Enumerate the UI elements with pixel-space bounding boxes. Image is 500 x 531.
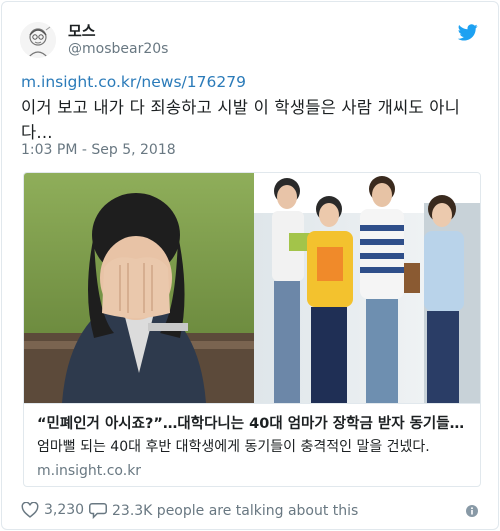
tweet-header: 모스 @mosbear20s	[20, 20, 480, 64]
user-handle[interactable]: @mosbear20s	[68, 41, 168, 57]
embedded-tweet: 모스 @mosbear20s m.insight.co.kr/news/1762…	[1, 1, 499, 530]
card-photo-icon	[24, 173, 480, 403]
tweet-text: 이거 보고 내가 다 죄송하고 시발 이 학생들은 사람 개씨도 아니다...	[21, 98, 460, 142]
card-description: 엄마뻘 되는 40대 후반 대학생에게 동기들이 충격적인 말을 건넸다.	[37, 439, 430, 455]
like-button[interactable]: 3,230	[21, 502, 84, 518]
card-info[interactable]: “민폐인거 아시죠?”…대학다니는 40대 엄마가 장학금 받자 동기들… 엄마…	[24, 403, 480, 486]
link-card[interactable]: “민폐인거 아시죠?”…대학다니는 40대 엄마가 장학금 받자 동기들… 엄마…	[23, 172, 481, 487]
heart-icon	[21, 502, 39, 518]
tweet-link[interactable]: m.insight.co.kr/news/176279	[21, 72, 481, 92]
tweet-footer: 3,230 23.3K people are talking about thi…	[21, 500, 480, 522]
display-name[interactable]: 모스	[68, 20, 96, 41]
talking-count: 23.3K people are talking about this	[112, 502, 359, 519]
twitter-bird-icon[interactable]	[458, 24, 478, 41]
tweet-timestamp[interactable]: 1:03 PM - Sep 5, 2018	[21, 142, 176, 158]
speech-bubble-icon	[89, 503, 107, 519]
card-title[interactable]: “민폐인거 아시죠?”…대학다니는 40대 엄마가 장학금 받자 동기들…	[37, 414, 469, 434]
avatar[interactable]	[20, 22, 56, 58]
like-count: 3,230	[44, 502, 85, 518]
info-icon[interactable]	[466, 505, 478, 517]
talking-button[interactable]: 23.3K people are talking about this	[89, 502, 358, 519]
tweet-body: m.insight.co.kr/news/176279 이거 보고 내가 다 죄…	[21, 72, 481, 145]
avatar-sketch-icon	[20, 22, 56, 58]
card-domain: m.insight.co.kr	[37, 463, 142, 479]
card-image[interactable]	[24, 173, 480, 403]
